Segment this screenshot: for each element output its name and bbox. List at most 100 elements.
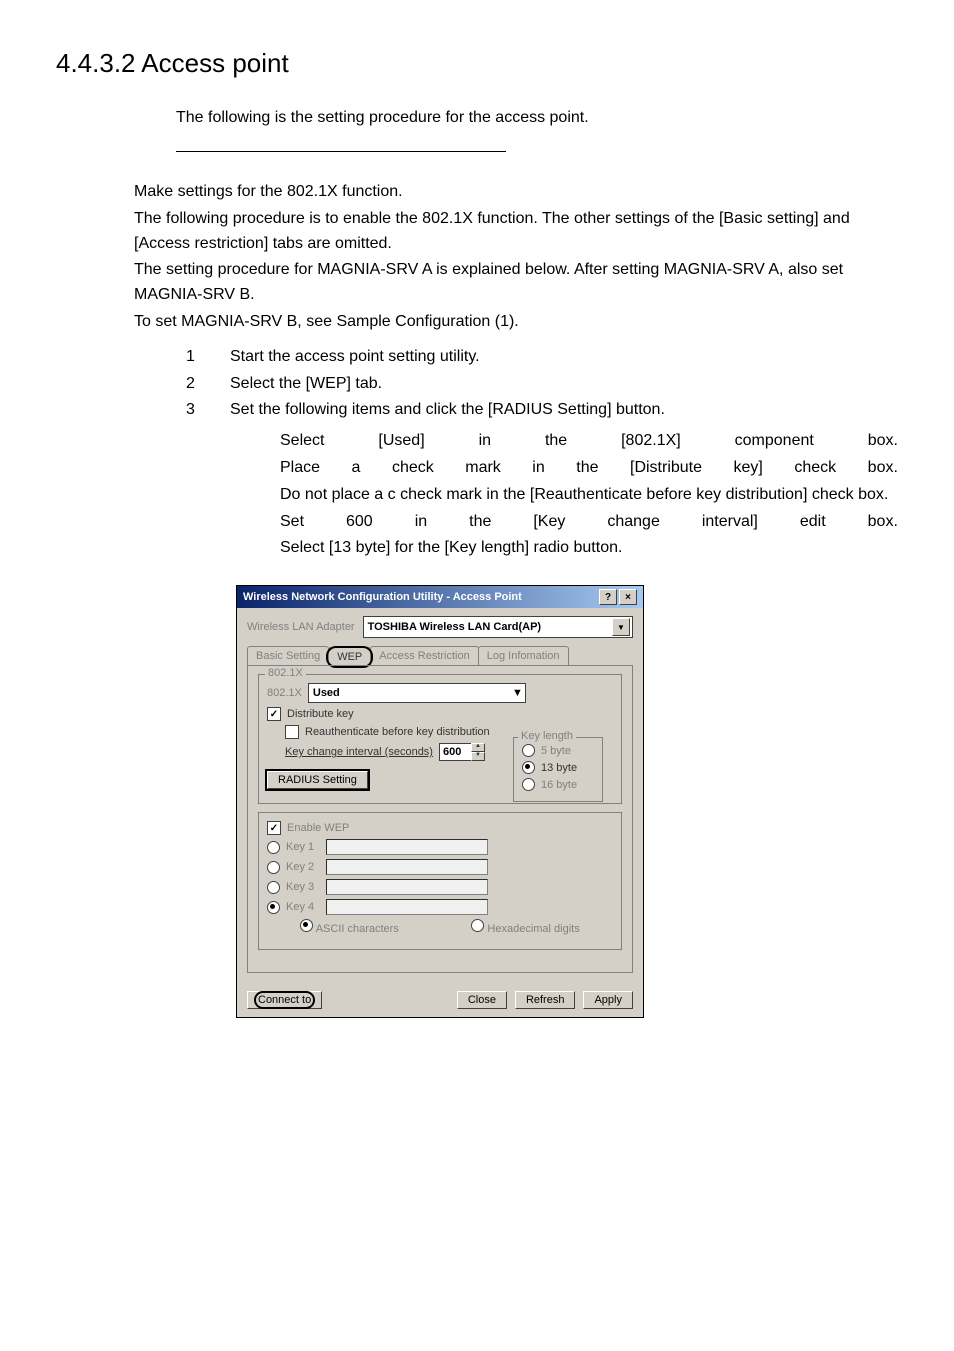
w: change <box>607 510 660 535</box>
w: Set <box>280 510 304 535</box>
interval-spinbox[interactable]: ▲▼ <box>439 743 481 761</box>
8021x-combo[interactable]: Used ▼ <box>308 683 526 703</box>
8021x-combo-value: Used <box>313 687 340 699</box>
w: in <box>479 429 491 454</box>
w: box. <box>868 456 898 481</box>
key-length-legend: Key length <box>518 730 576 742</box>
w: Select <box>280 429 324 454</box>
key3-radio[interactable] <box>267 881 280 894</box>
help-button[interactable]: ? <box>599 589 617 605</box>
key1-input[interactable] <box>326 839 488 855</box>
tab-access-restriction[interactable]: Access Restriction <box>370 646 478 665</box>
key4-input[interactable] <box>326 899 488 915</box>
w: mark <box>465 456 501 481</box>
key3-label: Key 3 <box>286 881 314 893</box>
8021x-combo-label: 802.1X <box>267 687 302 699</box>
connect-to-button[interactable]: Connect to <box>247 991 322 1009</box>
adapter-value: TOSHIBA Wireless LAN Card(AP) <box>368 621 542 633</box>
key2-input[interactable] <box>326 859 488 875</box>
w: the <box>576 456 598 481</box>
keylen-13-radio[interactable] <box>522 761 535 774</box>
key-length-fieldset: Key length 5 byte 13 byte 16 byte <box>513 737 603 802</box>
dialog-title-text: Wireless Network Configuration Utility -… <box>243 591 522 603</box>
distribute-key-checkbox[interactable] <box>267 707 281 721</box>
key1-label: Key 1 <box>286 841 314 853</box>
w: in <box>415 510 427 535</box>
w: Place <box>280 456 320 481</box>
distribute-key-label: Distribute key <box>287 708 354 720</box>
section-heading: 4.4.3.2 Access point <box>56 48 898 79</box>
step-2: 2 Select the [WEP] tab. <box>186 372 898 397</box>
w: [Key <box>533 510 565 535</box>
intro-text: The following is the setting procedure f… <box>176 109 898 127</box>
w: [Distribute <box>630 456 702 481</box>
reauthenticate-checkbox[interactable] <box>285 725 299 739</box>
step-2-num: 2 <box>186 372 200 397</box>
step-3: 3 Set the following items and click the [… <box>186 398 898 423</box>
w: 600 <box>346 510 373 535</box>
w: box. <box>868 510 898 535</box>
steps-list: 1Start the access point setting utility.… <box>134 345 898 423</box>
sub-line-5: Select [13 byte] for the [Key length] ra… <box>280 536 898 561</box>
w: in <box>532 456 544 481</box>
config-dialog: Wireless Network Configuration Utility -… <box>236 585 644 1018</box>
step-3-text: Set the following items and click the [R… <box>230 398 665 423</box>
body-p1: Make settings for the 802.1X function. <box>134 180 898 205</box>
step-3-details: Select [Used] in the [802.1X] component box. P… <box>280 429 898 561</box>
sub-line-3: Do not place a c check mark in the [Reau… <box>280 483 898 508</box>
w: a <box>352 456 361 481</box>
w: the <box>469 510 491 535</box>
chevron-down-icon[interactable]: ▼ <box>512 687 523 699</box>
step-2-text: Select the [WEP] tab. <box>230 372 382 397</box>
keylen-13-label: 13 byte <box>541 762 577 774</box>
ascii-radio[interactable] <box>300 919 313 932</box>
keylen-5-label: 5 byte <box>541 745 571 757</box>
interval-label: Key change interval (seconds) <box>285 746 433 758</box>
8021x-legend: 802.1X <box>265 667 306 679</box>
adapter-combo[interactable]: TOSHIBA Wireless LAN Card(AP) ▼ <box>363 616 633 638</box>
key4-radio[interactable] <box>267 901 280 914</box>
spin-down-icon[interactable]: ▼ <box>471 752 485 761</box>
radius-setting-button[interactable]: RADIUS Setting <box>267 771 368 789</box>
sub-line-2: Place a check mark in the [Distribute key] check… <box>280 456 898 481</box>
interval-input[interactable] <box>440 745 471 759</box>
hex-radio[interactable] <box>471 919 484 932</box>
body-p3: The setting procedure for MAGNIA-SRV A i… <box>134 258 898 308</box>
w: edit <box>800 510 826 535</box>
keylen-5-radio[interactable] <box>522 744 535 757</box>
w: check <box>794 456 836 481</box>
adapter-label: Wireless LAN Adapter <box>247 621 355 633</box>
spin-up-icon[interactable]: ▲ <box>471 743 485 752</box>
w: [Used] <box>378 429 424 454</box>
chevron-down-icon[interactable]: ▼ <box>612 618 630 636</box>
keylen-16-label: 16 byte <box>541 779 577 791</box>
sub-line-4: Set600inthe[Keychangeinterval]editbox. <box>280 510 898 535</box>
refresh-button[interactable]: Refresh <box>515 991 576 1009</box>
step-3-num: 3 <box>186 398 200 423</box>
hex-label: Hexadecimal digits <box>487 923 579 935</box>
w: component <box>735 429 814 454</box>
close-button[interactable]: Close <box>457 991 507 1009</box>
wep-keys-fieldset: Enable WEP Key 1 Key 2 Key 3 Key 4 ASCII… <box>258 812 622 950</box>
keylen-16-radio[interactable] <box>522 778 535 791</box>
enable-wep-label: Enable WEP <box>287 822 349 834</box>
wep-panel: 802.1X 802.1X Used ▼ Distribute key <box>247 665 633 973</box>
enable-wep-checkbox[interactable] <box>267 821 281 835</box>
apply-button[interactable]: Apply <box>583 991 633 1009</box>
key1-radio[interactable] <box>267 841 280 854</box>
dialog-titlebar[interactable]: Wireless Network Configuration Utility -… <box>237 586 643 608</box>
tabs: Basic Setting WEP Access Restriction Log… <box>247 646 633 665</box>
body-p4: To set MAGNIA-SRV B, see Sample Configur… <box>134 310 898 335</box>
reauthenticate-label: Reauthenticate before key distribution <box>305 726 490 738</box>
key4-label: Key 4 <box>286 901 314 913</box>
close-x-button[interactable]: × <box>619 589 637 605</box>
key3-input[interactable] <box>326 879 488 895</box>
w: key] <box>734 456 763 481</box>
sub-line-1: Select[Used]inthe[802.1X]componentbox. <box>280 429 898 454</box>
w: [802.1X] <box>621 429 681 454</box>
key2-radio[interactable] <box>267 861 280 874</box>
tab-wep[interactable]: WEP <box>328 647 371 666</box>
tab-basic-setting[interactable]: Basic Setting <box>247 646 329 665</box>
w: check <box>392 456 434 481</box>
tab-log-information[interactable]: Log Infomation <box>478 646 569 665</box>
